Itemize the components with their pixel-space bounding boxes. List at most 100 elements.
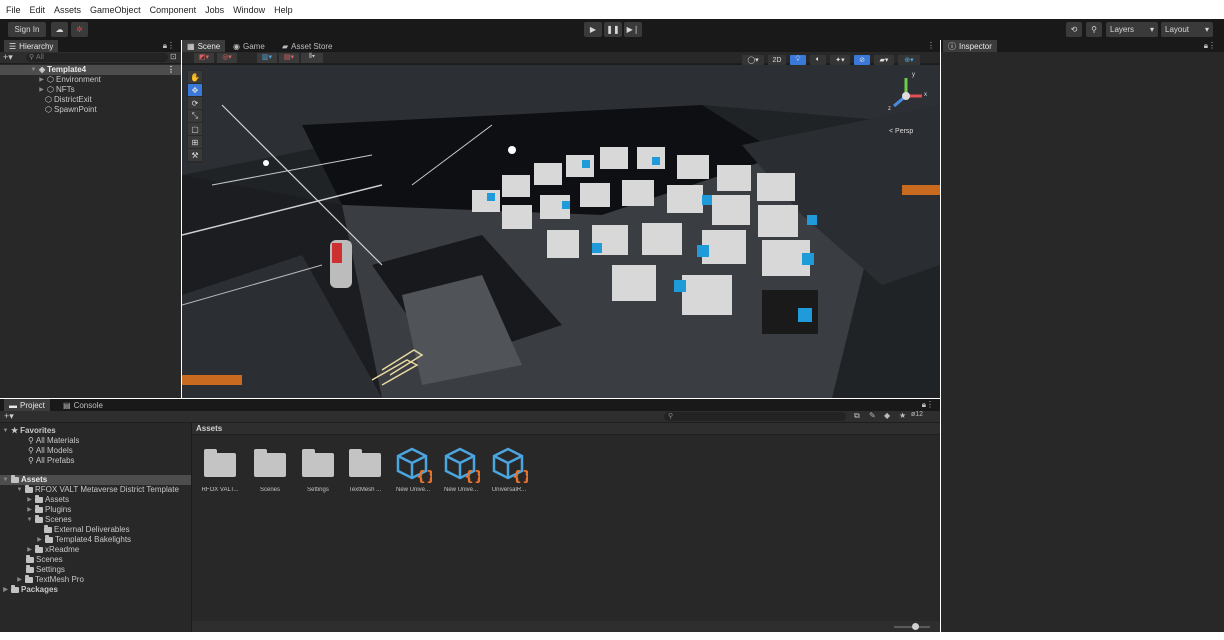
tree-item-bakelights[interactable]: ▶ Template4 Bakelights [36,535,131,545]
more-icon[interactable]: ⋮ [927,41,935,50]
hierarchy-root-row[interactable]: ▼ ◈ Template4 ⋮ [0,65,181,75]
zoom-slider-handle[interactable] [912,623,919,630]
menu-file[interactable]: File [6,5,21,15]
expand-arrow-icon[interactable]: ▶ [16,575,23,585]
align-icon[interactable]: ⫴▾ [301,53,323,63]
expand-arrow-icon[interactable]: ▶ [26,495,33,505]
favorite-all-materials[interactable]: ⚲ All Materials [28,436,79,446]
scale-tool-icon[interactable]: ⤡ [188,110,202,123]
orientation-gizmo[interactable]: y x z [882,72,930,120]
tree-item-scenes-root[interactable]: Scenes [26,555,63,565]
2d-toggle[interactable]: 2D [768,55,786,65]
asset-folder-scenes[interactable]: Scenes [249,447,291,497]
lock-icon[interactable]: 🔒︎⋮ [1204,41,1216,51]
asset-folder-settings[interactable]: Settings [297,447,339,497]
hierarchy-item-environment[interactable]: ▶ ⬡ Environment [38,75,101,85]
more-icon[interactable]: ⋮ [167,65,175,75]
history-icon[interactable]: ⟲ [1066,22,1082,37]
breadcrumb-assets[interactable]: Assets [196,424,222,433]
hierarchy-item-nfts[interactable]: ▶ ⬡ NFTs [38,85,74,95]
tree-item-readme[interactable]: ▶ xReadme [26,545,79,555]
panel-divider[interactable] [191,423,192,632]
favorites-row[interactable]: ▼ ★ Favorites [2,426,56,436]
layers-dropdown[interactable]: Layers ▾ [1106,22,1158,37]
custom-tool-icon[interactable]: ⚒ [188,149,202,162]
collab-icon[interactable]: ✲ [71,22,88,37]
asset-package-3[interactable]: {} UniversalR... [488,447,530,497]
project-search-input[interactable] [664,412,846,421]
search-icon[interactable]: ⚲ [1086,22,1102,37]
expand-arrow-icon[interactable]: ▼ [2,426,9,436]
expand-arrow-icon[interactable]: ▶ [26,505,33,515]
add-icon[interactable]: +▾ [3,52,13,63]
expand-arrow-icon[interactable]: ▼ [16,485,23,495]
tree-item-external[interactable]: External Deliverables [44,525,130,535]
menu-assets[interactable]: Assets [54,5,81,15]
grid-snap-icon[interactable]: ▥▾ [257,53,277,63]
tag-icon[interactable]: ◆ [884,411,890,420]
asset-package-1[interactable]: {} New Unive... [392,447,434,497]
tree-item-plugins[interactable]: ▶ Plugins [26,505,71,515]
create-icon[interactable]: +▾ [4,411,14,422]
assets-root-row[interactable]: ▼ Assets [0,475,191,485]
asset-package-2[interactable]: {} New Unive... [440,447,482,497]
filter-label-icon[interactable]: ✎ [869,411,876,420]
expand-arrow-icon[interactable]: ▶ [38,75,45,85]
tree-item-packages[interactable]: ▶ Packages [2,585,58,595]
shading-dropdown[interactable]: ◯▾ [742,55,764,65]
menu-component[interactable]: Component [150,5,197,15]
lighting-toggle-icon[interactable]: 💡︎ [790,55,806,65]
step-icon[interactable]: ▶❘ [624,22,642,37]
visibility-toggle-icon[interactable]: ⊘ [854,55,870,65]
draw-mode-icon[interactable]: ◩▾ [194,53,214,63]
pause-icon[interactable]: ❚❚ [604,22,622,37]
lock-icon[interactable]: 🔒︎⋮ [922,400,934,410]
expand-arrow-icon[interactable]: ▶ [38,85,45,95]
expand-arrow-icon[interactable]: ▼ [30,65,37,75]
expand-arrow-icon[interactable]: ▶ [26,545,33,555]
tree-item-district[interactable]: ▼ RFOX VALT Metaverse District Template [16,485,179,495]
tree-item-settings[interactable]: Settings [26,565,65,575]
expand-arrow-icon[interactable]: ▼ [26,515,33,525]
tab-inspector[interactable]: ⓘ Inspector [943,40,997,52]
rotate-tool-icon[interactable]: ⟳ [188,97,202,110]
menu-gameobject[interactable]: GameObject [90,5,141,15]
effects-dropdown-icon[interactable]: ✦▾ [830,55,850,65]
play-icon[interactable]: ▶ [584,22,602,37]
menu-help[interactable]: Help [274,5,293,15]
hierarchy-item-spawnpoint[interactable]: ⬡ SpawnPoint [45,105,97,115]
tree-item-assets[interactable]: ▶ Assets [26,495,69,505]
rect-tool-icon[interactable]: ▢ [188,123,202,136]
menu-window[interactable]: Window [233,5,265,15]
hierarchy-search-input[interactable]: All [26,53,168,62]
tree-item-textmesh[interactable]: ▶ TextMesh Pro [16,575,84,585]
expand-arrow-icon[interactable]: ▶ [36,535,43,545]
gizmos-dropdown-icon[interactable]: ⊕▾ [898,55,920,65]
tree-item-scenes[interactable]: ▼ Scenes [26,515,72,525]
persp-label[interactable]: < Persp [889,128,913,135]
star-icon[interactable]: ★ [899,411,906,420]
filter-icon[interactable]: ⊡ [170,52,177,61]
asset-folder-textmesh[interactable]: TextMesh ... [344,447,386,497]
render-mode-icon[interactable]: ◎▾ [217,53,237,63]
expand-arrow-icon[interactable]: ▶ [2,585,9,595]
camera-dropdown-icon[interactable]: ▰▾ [874,55,894,65]
audio-toggle-icon[interactable]: 🔈︎ [810,55,826,65]
menu-edit[interactable]: Edit [30,5,46,15]
move-tool-icon[interactable]: ✥ [188,84,202,97]
hidden-packages-count[interactable]: ø12 [911,411,923,418]
cloud-icon[interactable]: ☁ [51,22,68,37]
lock-icon[interactable]: 🔒︎⋮ [163,41,175,51]
layout-dropdown[interactable]: Layout ▾ [1161,22,1213,37]
tab-game[interactable]: ◉ Game [228,40,270,52]
tab-console[interactable]: ▤ Console [58,399,108,411]
tab-scene[interactable]: ▦ Scene [182,40,226,52]
hierarchy-item-districtexit[interactable]: ⬡ DistrictExit [45,95,92,105]
transform-tool-icon[interactable]: ⊞ [188,136,202,149]
tab-hierarchy[interactable]: ☰ Hierarchy [4,40,59,52]
expand-arrow-icon[interactable]: ▼ [2,475,9,485]
sign-in-button[interactable]: Sign In [8,22,46,37]
menu-jobs[interactable]: Jobs [205,5,224,15]
filter-type-icon[interactable]: ⧉ [854,411,860,421]
favorite-all-prefabs[interactable]: ⚲ All Prefabs [28,456,75,466]
